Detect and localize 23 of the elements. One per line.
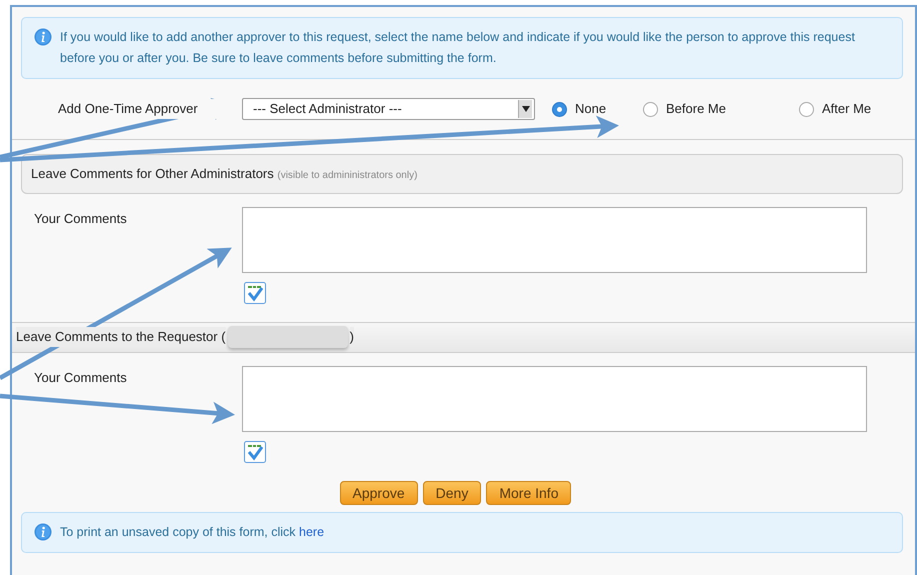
radio-option[interactable]: Before Me (643, 99, 743, 119)
caret-icon (522, 106, 530, 112)
comments-field[interactable] (242, 206, 867, 272)
action-button[interactable]: Deny (422, 480, 482, 504)
comments-field[interactable] (242, 366, 867, 432)
radio-option[interactable]: None (552, 99, 607, 119)
info-text: To print an unsaved copy of this form, click here (60, 524, 324, 541)
spellcheck-icon[interactable] (244, 440, 266, 462)
section-title: Leave Comments to the Requestor ( (16, 327, 226, 347)
radio-button[interactable] (643, 102, 658, 116)
info-text: If you would like to add another approver to this request, select the name below and indicate if you would like the person to approve this request before you or after you. Be sure to leave comments before submitting the form. (60, 29, 856, 67)
info-icon (34, 28, 52, 46)
section-note: (visible to admininistrators only) (277, 170, 418, 181)
radio-option[interactable]: After Me (799, 99, 879, 119)
info-icon (34, 522, 52, 540)
spellcheck-icon[interactable] (244, 282, 266, 304)
radio-button[interactable] (552, 102, 567, 116)
action-button[interactable]: More Info (486, 480, 572, 504)
action-button[interactable]: Approve (340, 480, 418, 504)
print-link[interactable]: here (299, 524, 324, 538)
section-title-end: ) (350, 327, 354, 347)
radio-button[interactable] (799, 102, 814, 116)
administrator-select[interactable]: --- Select Administrator --- (242, 98, 535, 120)
